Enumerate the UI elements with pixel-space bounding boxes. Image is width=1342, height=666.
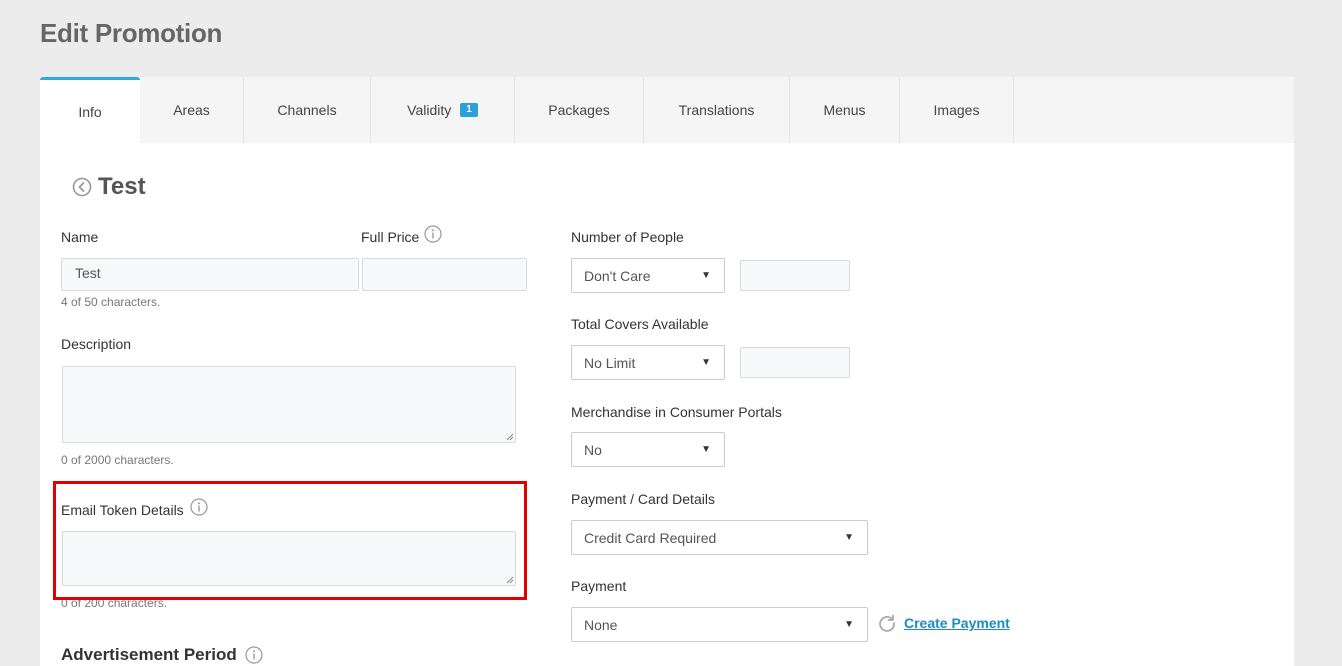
name-label: Name bbox=[61, 229, 99, 245]
tab-validity[interactable]: Validity 1 bbox=[371, 77, 515, 143]
chevron-left-circle-icon[interactable] bbox=[72, 177, 92, 197]
create-payment-link[interactable]: Create Payment bbox=[904, 615, 1010, 631]
tab-menus[interactable]: Menus bbox=[790, 77, 900, 143]
full-price-input[interactable] bbox=[362, 258, 527, 291]
name-char-count: 4 of 50 characters. bbox=[61, 295, 161, 309]
tab-translations[interactable]: Translations bbox=[644, 77, 790, 143]
full-price-label: Full Price bbox=[361, 229, 420, 245]
caret-down-icon: ▼ bbox=[701, 444, 711, 455]
tab-label: Packages bbox=[548, 102, 610, 118]
payment-label: Payment bbox=[571, 578, 627, 594]
tab-label: Images bbox=[933, 102, 980, 118]
total-covers-input[interactable] bbox=[740, 347, 850, 378]
caret-down-icon: ▼ bbox=[701, 357, 711, 368]
validity-count-badge: 1 bbox=[460, 103, 478, 117]
select-value: No bbox=[584, 441, 602, 458]
email-token-label: Email Token Details bbox=[61, 502, 184, 518]
payment-card-select[interactable]: Credit Card Required ▼ bbox=[571, 520, 868, 555]
number-of-people-select[interactable]: Don't Care ▼ bbox=[571, 258, 725, 293]
number-of-people-label: Number of People bbox=[571, 229, 684, 245]
tab-label: Validity bbox=[407, 102, 452, 118]
tab-images[interactable]: Images bbox=[900, 77, 1014, 143]
tab-bar: Info Areas Channels Validity 1 Packages T… bbox=[40, 77, 1294, 143]
resize-grip-icon[interactable] bbox=[506, 576, 514, 584]
description-label: Description bbox=[61, 336, 132, 352]
caret-down-icon: ▼ bbox=[844, 619, 854, 630]
email-token-textarea[interactable] bbox=[62, 531, 516, 586]
payment-card-label: Payment / Card Details bbox=[571, 491, 715, 507]
tab-areas[interactable]: Areas bbox=[140, 77, 244, 143]
total-covers-label: Total Covers Available bbox=[571, 316, 709, 332]
info-circle-icon[interactable] bbox=[424, 225, 442, 243]
tab-info[interactable]: Info bbox=[40, 77, 140, 143]
tab-label: Translations bbox=[678, 102, 755, 118]
caret-down-icon: ▼ bbox=[701, 270, 711, 281]
name-input[interactable]: Test bbox=[61, 258, 359, 291]
description-char-count: 0 of 2000 characters. bbox=[61, 453, 174, 467]
select-value: None bbox=[584, 616, 618, 633]
merchandise-select[interactable]: No ▼ bbox=[571, 432, 725, 467]
payment-select[interactable]: None ▼ bbox=[571, 607, 868, 642]
resize-grip-icon[interactable] bbox=[506, 433, 514, 441]
tab-label: Areas bbox=[173, 102, 210, 118]
refresh-icon[interactable] bbox=[877, 613, 897, 633]
select-value: No Limit bbox=[584, 354, 636, 371]
caret-down-icon: ▼ bbox=[844, 532, 854, 543]
number-of-people-input[interactable] bbox=[740, 260, 850, 291]
info-circle-icon[interactable] bbox=[190, 498, 208, 516]
tab-packages[interactable]: Packages bbox=[515, 77, 644, 143]
email-token-char-count: 0 of 200 characters. bbox=[61, 596, 168, 610]
promotion-heading: Test bbox=[72, 173, 146, 201]
description-textarea[interactable] bbox=[62, 366, 516, 443]
info-circle-icon[interactable] bbox=[245, 646, 263, 664]
tab-label: Channels bbox=[277, 102, 337, 118]
page-title: Edit Promotion bbox=[40, 18, 223, 48]
total-covers-select[interactable]: No Limit ▼ bbox=[571, 345, 725, 380]
select-value: Credit Card Required bbox=[584, 529, 717, 546]
promotion-title: Test bbox=[98, 173, 146, 200]
merchandise-label: Merchandise in Consumer Portals bbox=[571, 404, 782, 420]
tab-label: Info bbox=[78, 103, 102, 120]
advertisement-period-heading: Advertisement Period bbox=[61, 645, 237, 664]
tab-label: Menus bbox=[823, 102, 866, 118]
select-value: Don't Care bbox=[584, 267, 651, 284]
tab-channels[interactable]: Channels bbox=[244, 77, 371, 143]
